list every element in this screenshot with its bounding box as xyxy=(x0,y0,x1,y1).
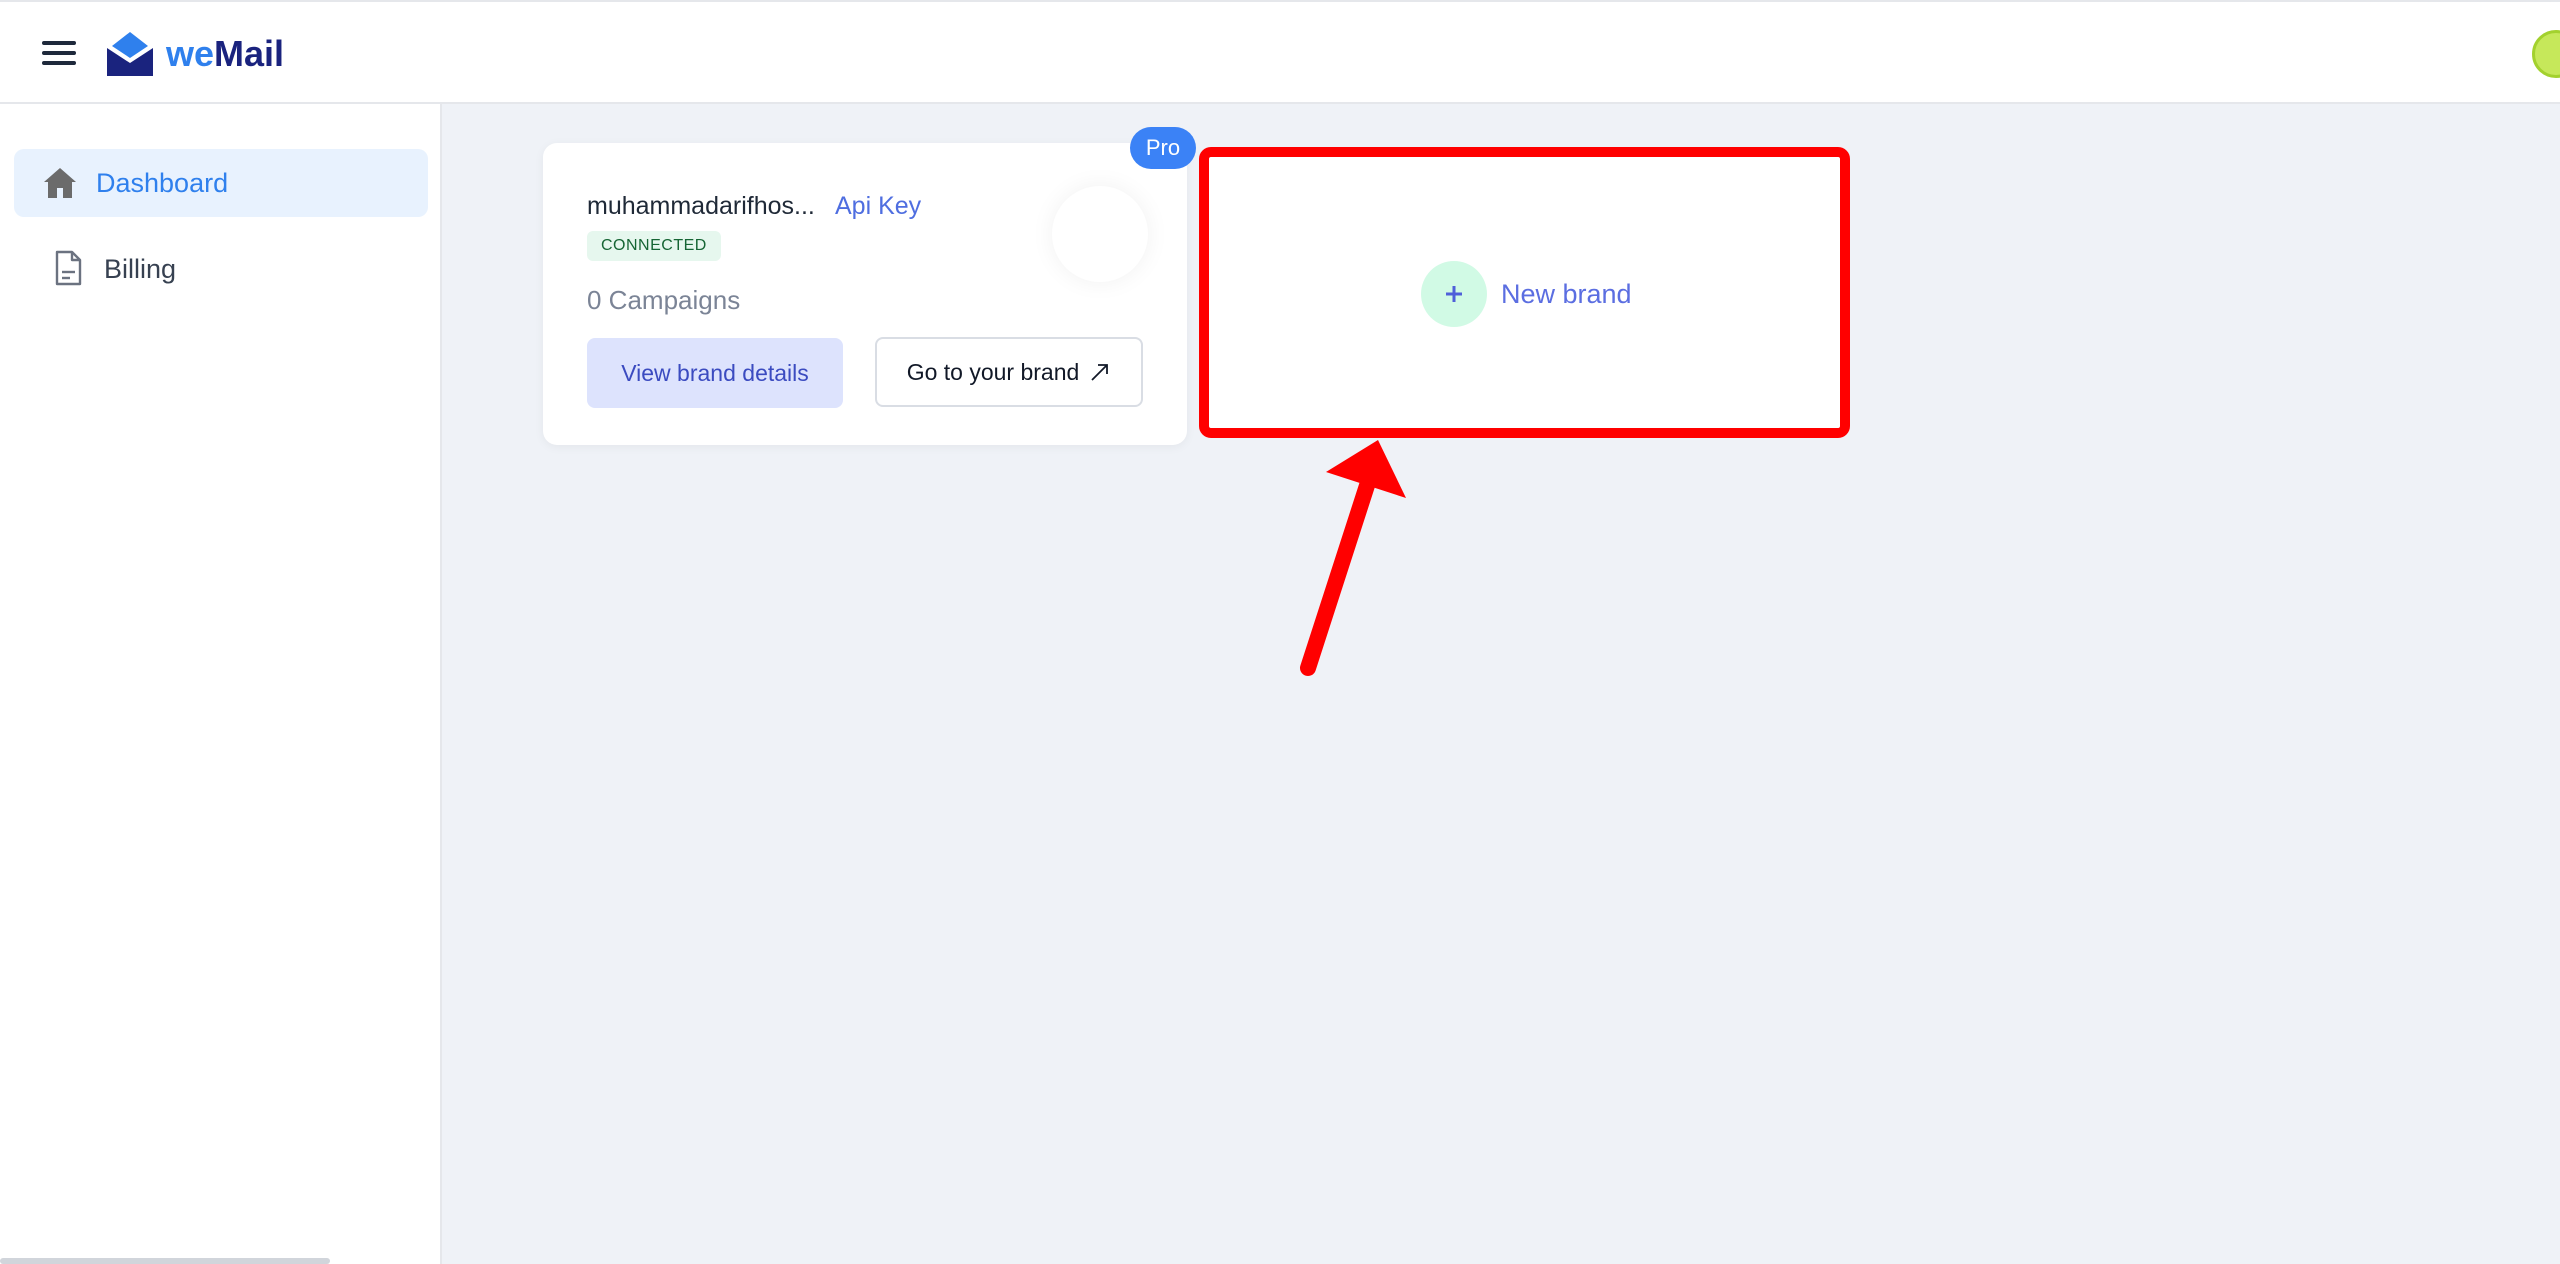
user-avatar[interactable] xyxy=(2532,30,2560,78)
sidebar-item-label: Dashboard xyxy=(96,167,229,198)
sidebar-item-dashboard[interactable]: Dashboard xyxy=(14,149,428,217)
logo-text: weMail xyxy=(166,33,285,74)
home-icon xyxy=(44,168,76,198)
view-brand-details-button[interactable]: View brand details xyxy=(587,338,843,408)
new-brand-button[interactable]: New brand xyxy=(1421,261,1632,327)
document-icon xyxy=(55,250,82,286)
view-brand-details-label: View brand details xyxy=(621,359,809,386)
sidebar: Dashboard Billing xyxy=(0,104,442,1264)
pro-badge: Pro xyxy=(1130,127,1196,169)
status-badge: CONNECTED xyxy=(587,231,721,261)
new-brand-card[interactable]: New brand xyxy=(1199,147,1850,438)
api-key-link[interactable]: Api Key xyxy=(835,192,921,221)
menu-toggle-icon[interactable] xyxy=(40,38,80,68)
sidebar-item-billing[interactable]: Billing xyxy=(14,235,428,303)
new-brand-label: New brand xyxy=(1501,278,1632,309)
brand-card: muhammadarifhos... Api Key CONNECTED 0 C… xyxy=(543,143,1187,445)
brand-name: muhammadarifhos... xyxy=(587,192,815,220)
annotation-arrow-icon xyxy=(1300,440,1406,676)
app-logo[interactable]: weMail xyxy=(104,28,284,80)
brand-logo xyxy=(1052,186,1148,282)
go-to-brand-label: Go to your brand xyxy=(906,358,1080,385)
top-header: weMail xyxy=(0,0,2560,104)
go-to-brand-button[interactable]: Go to your brand xyxy=(875,337,1143,407)
envelope-logo-icon xyxy=(107,32,153,76)
external-arrow-icon xyxy=(1091,364,1109,381)
sidebar-scrollbar[interactable] xyxy=(0,1258,330,1264)
sidebar-item-label: Billing xyxy=(104,253,177,284)
campaign-count: 0 Campaigns xyxy=(587,285,741,315)
plus-icon xyxy=(1421,261,1487,327)
